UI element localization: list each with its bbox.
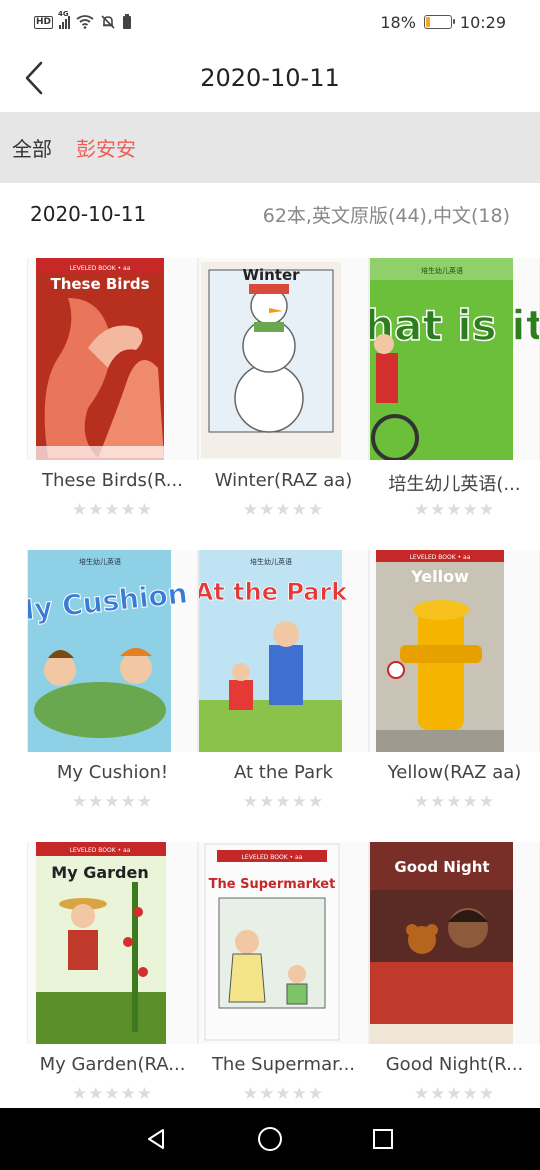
rating-stars: ★★★★★ (413, 792, 496, 812)
svg-text:My Garden: My Garden (51, 863, 148, 882)
svg-text:What is it?: What is it? (370, 301, 540, 350)
rating-stars: ★★★★★ (242, 500, 325, 520)
filter-tab-child[interactable]: 彭安安 (76, 133, 136, 162)
book-card[interactable]: LEVELED BOOK • aa The Supermarket The Su… (198, 842, 369, 1112)
rating-stars: ★★★★★ (413, 1084, 496, 1104)
svg-text:LEVELED BOOK • aa: LEVELED BOOK • aa (410, 554, 471, 561)
svg-text:LEVELED BOOK • aa: LEVELED BOOK • aa (70, 265, 131, 272)
filter-bar: 全部 彭安安 (0, 112, 540, 183)
book-card[interactable]: Winter Winter(RAZ aa) ★★★★★ (198, 258, 369, 528)
rating-stars: ★★★★★ (71, 792, 154, 812)
rating-stars: ★★★★★ (71, 500, 154, 520)
book-card[interactable]: LEVELED BOOK • aa Yellow Yellow(RAZ aa) … (369, 550, 540, 820)
svg-text:The Supermarket: The Supermarket (209, 877, 336, 892)
wifi-icon (76, 15, 94, 29)
sim-icon (123, 14, 132, 29)
battery-icon (423, 15, 455, 29)
nav-back-button[interactable] (137, 1119, 177, 1159)
book-title: At the Park (234, 762, 333, 783)
book-title: These Birds(R... (42, 470, 183, 491)
book-title: The Supermar... (211, 1054, 356, 1075)
book-cover: 培生幼儿英语 My Cushion (27, 550, 198, 752)
svg-text:Yellow: Yellow (410, 567, 469, 586)
book-cover: LEVELED BOOK • aa The Supermarket (198, 842, 369, 1044)
svg-text:These Birds: These Birds (50, 275, 149, 293)
bell-muted-icon (101, 15, 115, 29)
chevron-left-icon (25, 61, 43, 95)
book-card[interactable]: LEVELED BOOK • aa My Garden My Garden(RA… (27, 842, 198, 1112)
hd-badge: HD (34, 15, 54, 29)
svg-text:培生幼儿英语: 培生幼儿英语 (250, 557, 292, 566)
nav-recents-button[interactable] (363, 1119, 403, 1159)
signal-icon: 4G (58, 10, 71, 29)
book-cover: 培生幼儿英语 What is it? (369, 258, 540, 460)
home-circle-icon (257, 1127, 282, 1151)
rating-stars: ★★★★★ (413, 500, 496, 520)
summary-stats: 62本,英文原版(44),中文(18) (262, 204, 510, 227)
book-cover: 培生幼儿英语 At the Park (198, 550, 369, 752)
header: 2020-10-11 (0, 44, 540, 112)
book-title: My Cushion! (56, 762, 169, 783)
svg-text:培生幼儿英语: 培生幼儿英语 (79, 557, 121, 566)
book-title: Good Night(R... (385, 1054, 524, 1075)
book-card[interactable]: 培生幼儿英语 My Cushion My Cushion! ★★★★★ (27, 550, 198, 820)
clock: 10:29 (459, 12, 506, 32)
battery-percent: 18% (380, 12, 416, 32)
rating-stars: ★★★★★ (71, 1084, 154, 1104)
page-title: 2020-10-11 (200, 64, 340, 92)
system-nav-bar (0, 1108, 540, 1170)
back-button[interactable] (14, 56, 54, 100)
back-triangle-icon (147, 1129, 164, 1149)
summary-row: 2020-10-11 62本,英文原版(44),中文(18) (30, 196, 510, 232)
book-cover: Good Night (369, 842, 540, 1044)
summary-date: 2020-10-11 (30, 202, 147, 226)
book-title: Yellow(RAZ aa) (387, 762, 522, 783)
book-card[interactable]: LEVELED BOOK • aa These Birds These Bird… (27, 258, 198, 528)
rating-stars: ★★★★★ (242, 1084, 325, 1104)
nav-home-button[interactable] (250, 1119, 290, 1159)
status-left: HD 4G (34, 10, 132, 30)
book-cover: Winter (198, 258, 369, 460)
book-cover: LEVELED BOOK • aa My Garden (27, 842, 198, 1044)
status-right: 18% 10:29 (380, 13, 506, 32)
book-card[interactable]: 培生幼儿英语 At the Park At the Park ★★★★★ (198, 550, 369, 820)
book-title: My Garden(RA... (39, 1054, 186, 1075)
book-cover: LEVELED BOOK • aa These Birds (27, 258, 198, 460)
svg-text:LEVELED BOOK • aa: LEVELED BOOK • aa (70, 847, 131, 854)
status-bar: HD 4G 18% 10:29 (0, 0, 540, 44)
filter-tab-all[interactable]: 全部 (12, 133, 52, 162)
book-card[interactable]: Good Night Good Night(R... ★★★★★ (369, 842, 540, 1112)
rating-stars: ★★★★★ (242, 792, 325, 812)
svg-text:At the Park: At the Park (199, 578, 348, 606)
book-card[interactable]: 培生幼儿英语 What is it? 培生幼儿英语(... ★★★★★ (369, 258, 540, 528)
svg-text:Winter: Winter (242, 266, 300, 284)
svg-text:LEVELED BOOK • aa: LEVELED BOOK • aa (242, 854, 303, 861)
svg-text:培生幼儿英语: 培生幼儿英语 (421, 266, 463, 275)
recents-square-icon (373, 1129, 394, 1149)
book-title: Winter(RAZ aa) (214, 470, 353, 491)
book-cover: LEVELED BOOK • aa Yellow (369, 550, 540, 752)
book-title: 培生幼儿英语(... (388, 474, 521, 495)
svg-text:Good Night: Good Night (394, 858, 489, 876)
